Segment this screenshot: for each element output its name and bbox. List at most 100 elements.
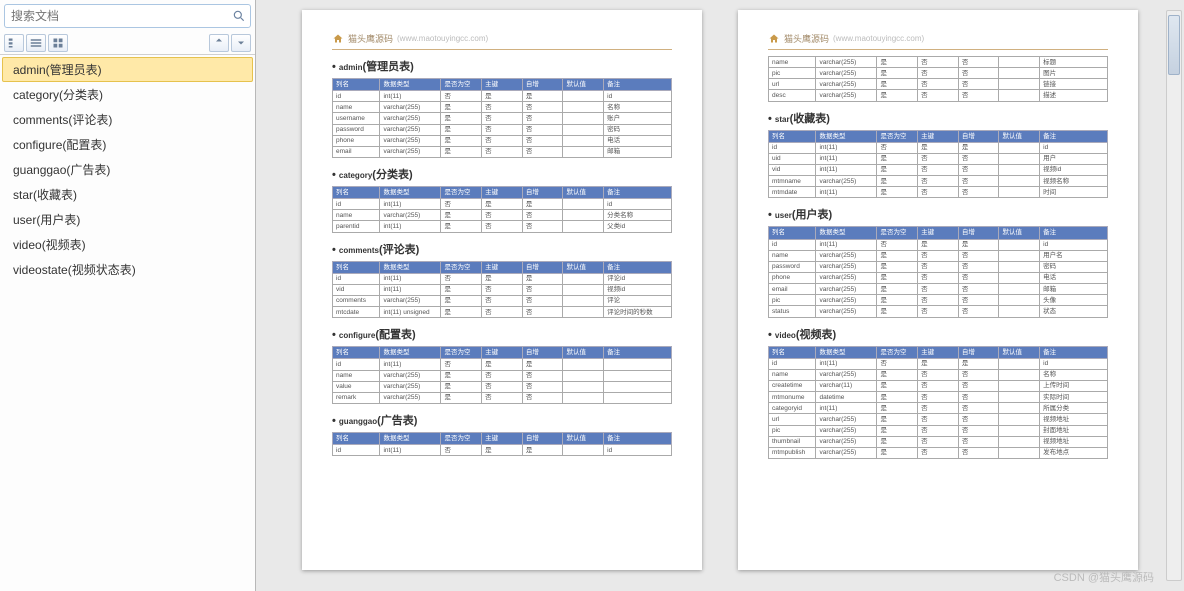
view-tree-button[interactable] xyxy=(4,34,24,52)
table-row: mtmdateint(11)是否否时间 xyxy=(769,187,1108,198)
doc-header: 猫头鹰源码(www.maotouyingcc.com) xyxy=(768,32,1108,45)
table-header: 默认值 xyxy=(563,186,604,198)
sidebar-item-8[interactable]: videostate(视频状态表) xyxy=(2,257,253,282)
sidebar-item-5[interactable]: star(收藏表) xyxy=(2,182,253,207)
table-header: 自增 xyxy=(958,130,999,142)
table-row: remarkvarchar(255)是否否 xyxy=(333,392,672,403)
table-row: picvarchar(255)是否否图片 xyxy=(769,68,1108,79)
sidebar-item-7[interactable]: video(视频表) xyxy=(2,232,253,257)
section-title: admin(管理员表) xyxy=(332,58,672,74)
table-header: 列名 xyxy=(769,130,816,142)
db-table: 列名数据类型是否为空主键自增默认值备注idint(11)否是是namevarch… xyxy=(332,346,672,404)
table-row: namevarchar(255)是否否名称 xyxy=(333,102,672,113)
table-header: 列名 xyxy=(333,347,380,359)
table-header: 备注 xyxy=(604,186,672,198)
sidebar-item-3[interactable]: configure(配置表) xyxy=(2,132,253,157)
table-header: 是否为空 xyxy=(877,227,918,239)
expand-button[interactable] xyxy=(231,34,251,52)
doc-url: (www.maotouyingcc.com) xyxy=(397,34,488,43)
table-row: mtmonumedatetime是否否实际时间 xyxy=(769,392,1108,403)
sidebar-item-0[interactable]: admin(管理员表) xyxy=(2,57,253,82)
section-title: guanggao(广告表) xyxy=(332,412,672,428)
section-title: star(收藏表) xyxy=(768,110,1108,126)
table-row: commentsvarchar(255)是否否评论 xyxy=(333,295,672,306)
scroll-thumb[interactable] xyxy=(1168,15,1180,75)
sidebar-item-4[interactable]: guanggao(广告表) xyxy=(2,157,253,182)
table-row: namevarchar(255)是否否用户名 xyxy=(769,250,1108,261)
table-header: 列名 xyxy=(769,227,816,239)
table-row: picvarchar(255)是否否头像 xyxy=(769,295,1108,306)
table-header: 备注 xyxy=(604,261,672,273)
table-header: 默认值 xyxy=(999,346,1040,358)
vertical-scrollbar[interactable] xyxy=(1166,10,1182,581)
table-header: 是否为空 xyxy=(877,130,918,142)
table-row: mtmpublishvarchar(255)是否否发布地点 xyxy=(769,447,1108,458)
document-area: 猫头鹰源码(www.maotouyingcc.com) admin(管理员表) 列名… xyxy=(256,0,1184,591)
sidebar-item-2[interactable]: comments(评论表) xyxy=(2,107,253,132)
table-header: 备注 xyxy=(1040,227,1108,239)
table-row: idint(11)否是是 xyxy=(333,359,672,370)
table-header: 数据类型 xyxy=(380,347,441,359)
owl-logo-icon xyxy=(332,33,344,45)
table-header: 默认值 xyxy=(563,432,604,444)
section-title: category(分类表) xyxy=(332,166,672,182)
table-header: 默认值 xyxy=(563,79,604,91)
table-row: idint(11)否是是id xyxy=(769,358,1108,369)
table-row: idint(11)否是是id xyxy=(333,91,672,102)
table-row: descvarchar(255)是否否描述 xyxy=(769,90,1108,101)
table-header: 是否为空 xyxy=(441,79,482,91)
table-header: 默认值 xyxy=(999,227,1040,239)
view-thumb-button[interactable] xyxy=(48,34,68,52)
table-header: 主键 xyxy=(482,347,523,359)
table-row: namevarchar(255)是否否标题 xyxy=(769,57,1108,68)
table-row: usernamevarchar(255)是否否账户 xyxy=(333,113,672,124)
table-header: 主键 xyxy=(482,432,523,444)
sidebar-item-1[interactable]: category(分类表) xyxy=(2,82,253,107)
owl-logo-icon xyxy=(768,33,780,45)
table-header: 列名 xyxy=(333,432,380,444)
table-header: 数据类型 xyxy=(380,186,441,198)
doc-header: 猫头鹰源码(www.maotouyingcc.com) xyxy=(332,32,672,45)
db-table: 列名数据类型是否为空主键自增默认值备注idint(11)否是是idnamevar… xyxy=(768,226,1108,317)
section-title: configure(配置表) xyxy=(332,326,672,342)
view-list-button[interactable] xyxy=(26,34,46,52)
nav-list: admin(管理员表)category(分类表)comments(评论表)con… xyxy=(0,55,255,284)
table-header: 主键 xyxy=(918,346,959,358)
table-row: urlvarchar(255)是否否链接 xyxy=(769,79,1108,90)
table-header: 列名 xyxy=(769,346,816,358)
table-header: 是否为空 xyxy=(441,186,482,198)
table-header: 主键 xyxy=(482,261,523,273)
table-row: createtimevarchar(11)是否否上传时间 xyxy=(769,380,1108,391)
search-box xyxy=(4,4,251,28)
table-header: 自增 xyxy=(522,432,563,444)
table-row: picvarchar(255)是否否封面地址 xyxy=(769,425,1108,436)
db-table: 列名数据类型是否为空主键自增默认值备注idint(11)否是是idnamevar… xyxy=(768,346,1108,459)
document-page-2: 猫头鹰源码(www.maotouyingcc.com) namevarchar(2… xyxy=(738,10,1138,570)
table-header: 数据类型 xyxy=(816,130,877,142)
nav-sidebar: admin(管理员表)category(分类表)comments(评论表)con… xyxy=(0,0,256,591)
table-header: 主键 xyxy=(482,186,523,198)
table-header: 备注 xyxy=(604,347,672,359)
table-header: 自增 xyxy=(522,186,563,198)
table-row: categoryidint(11)是否否所属分类 xyxy=(769,403,1108,414)
table-header: 备注 xyxy=(604,432,672,444)
table-row: idint(11)否是是id xyxy=(769,142,1108,153)
table-header: 列名 xyxy=(333,79,380,91)
table-row: phonevarchar(255)是否否电话 xyxy=(333,135,672,146)
table-row: idint(11)否是是id xyxy=(769,239,1108,250)
table-header: 自增 xyxy=(958,346,999,358)
collapse-button[interactable] xyxy=(209,34,229,52)
table-row: mtmnamevarchar(255)是否否视频名称 xyxy=(769,176,1108,187)
db-table: namevarchar(255)是否否标题picvarchar(255)是否否图… xyxy=(768,56,1108,102)
search-icon[interactable] xyxy=(228,5,250,27)
table-header: 默认值 xyxy=(999,130,1040,142)
sidebar-item-6[interactable]: user(用户表) xyxy=(2,207,253,232)
table-header: 数据类型 xyxy=(816,346,877,358)
search-input[interactable] xyxy=(5,5,228,27)
table-header: 自增 xyxy=(522,79,563,91)
table-row: vidint(11)是否否视频id xyxy=(333,284,672,295)
table-header: 默认值 xyxy=(563,261,604,273)
table-row: emailvarchar(255)是否否邮箱 xyxy=(333,146,672,157)
table-header: 主键 xyxy=(918,130,959,142)
table-row: namevarchar(255)是否否 xyxy=(333,370,672,381)
